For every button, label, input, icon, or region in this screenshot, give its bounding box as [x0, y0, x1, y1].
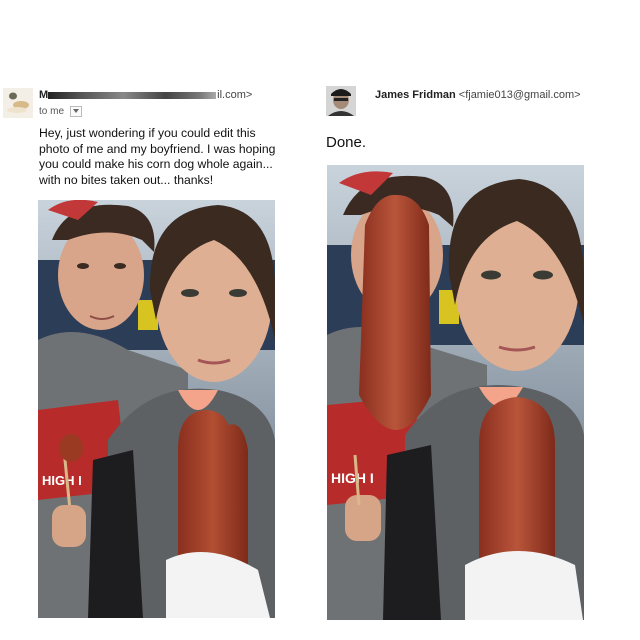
svg-text:HIGH I: HIGH I: [42, 473, 82, 488]
sender-line[interactable]: Mil.com>: [39, 89, 252, 101]
svg-text:HIGH I: HIGH I: [331, 470, 374, 486]
recipient-details-button[interactable]: [69, 106, 82, 117]
recipient-row: to me: [39, 106, 82, 117]
reply-sender-line[interactable]: James Fridman <fjamie013@gmail.com>: [375, 89, 581, 101]
reply-sender-avatar: [326, 86, 356, 116]
sender-email: il.com>: [217, 89, 253, 101]
edited-photo-image: HIGH I: [327, 165, 584, 620]
email-body-line: Hey, just wondering if you could edit th…: [39, 126, 256, 140]
sender-name-initial: M: [39, 89, 49, 101]
email-body-line: you could make his corn dog whole again.…: [39, 157, 273, 172]
original-photo-image: HIGH I: [38, 200, 275, 618]
reply-email-panel: James Fridman <fjamie013@gmail.com> Done…: [320, 0, 640, 640]
email-body-line: photo of me and my boyfriend. I was hopi…: [39, 141, 276, 156]
email-body: Hey, just wondering if you could edit th…: [39, 126, 314, 188]
reply-body: Done.: [326, 134, 367, 151]
reply-sender-avatar-image: [326, 86, 356, 116]
chevron-down-icon: [72, 109, 79, 113]
original-email-panel: Mil.com> to me Hey, just wondering if yo…: [0, 0, 320, 640]
email-body-line: with no bites taken out... thanks!: [39, 172, 214, 187]
reply-sender-name: James Fridman: [375, 89, 456, 101]
sender-avatar: [3, 88, 33, 118]
sender-avatar-image: [3, 88, 33, 118]
reply-sender-email: <fjamie013@gmail.com>: [458, 89, 581, 101]
recipient-label: to me: [39, 106, 65, 118]
edited-photo: HIGH I: [327, 165, 584, 620]
original-photo: HIGH I: [38, 200, 275, 618]
redacted-sender-bar: [48, 91, 217, 99]
